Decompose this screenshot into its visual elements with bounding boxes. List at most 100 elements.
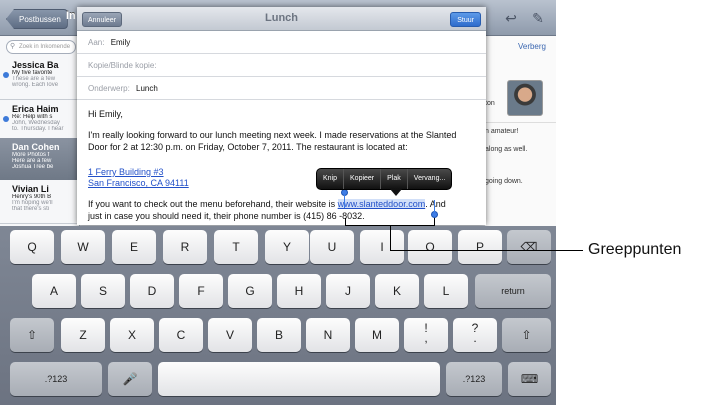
message-preview: to. Thursday. I hear [12, 126, 64, 132]
backspace-key[interactable]: ⌫ [507, 230, 551, 264]
dictation-key[interactable]: 🎤 [108, 362, 152, 396]
replace-button[interactable]: Vervang... [408, 169, 452, 189]
key-z[interactable]: Z [61, 318, 105, 352]
hide-keyboard-key[interactable]: ⌨ [508, 362, 551, 396]
reply-icon[interactable]: ↩ [503, 10, 519, 26]
key-k[interactable]: K [375, 274, 419, 308]
body-paragraph-line[interactable]: Door for 2 at 12:30 p.m. on Friday, Octo… [88, 141, 478, 153]
compose-title: Lunch [265, 12, 298, 24]
selected-website-link[interactable]: www.slanteddoor.com [337, 199, 426, 209]
search-input[interactable]: ⚲ Zoek in Inkomende [6, 40, 76, 54]
return-key[interactable]: return [475, 274, 551, 308]
on-screen-keyboard: Q W E R T Y U I O P ⌫ A S D F G H J K L … [0, 226, 556, 405]
space-bar[interactable] [158, 362, 440, 396]
key-q[interactable]: Q [10, 230, 54, 264]
numbers-key-left[interactable]: .?123 [10, 362, 102, 396]
search-icon: ⚲ [10, 43, 16, 50]
message-detail: Verberg ton n amateur! along as well. go… [485, 36, 556, 226]
compose-icon[interactable]: ✎ [530, 10, 546, 26]
key-i[interactable]: I [360, 230, 404, 264]
key-o[interactable]: O [408, 230, 452, 264]
shift-icon: ⇧ [521, 328, 532, 342]
screenshot-root: Postbussen In ↩ ✎ ⚲ Zoek in Inkomende Je… [0, 0, 704, 405]
key-m[interactable]: M [355, 318, 399, 352]
cut-button[interactable]: Knip [317, 169, 345, 189]
search-placeholder: Zoek in Inkomende [19, 44, 71, 50]
message-preview: Joshua Tree be [12, 164, 54, 170]
inbox-title: In [66, 10, 76, 22]
key-secondary-char: , [424, 331, 428, 345]
shift-key-right[interactable]: ⇧ [502, 318, 551, 352]
body-text-segment: . And [425, 199, 446, 209]
key-l[interactable]: L [424, 274, 468, 308]
body-paragraph-line[interactable]: I'm really looking forward to our lunch … [88, 129, 478, 141]
key-question[interactable]: ? . [453, 318, 497, 352]
key-h[interactable]: H [277, 274, 321, 308]
detail-name-fragment: ton [485, 100, 495, 107]
compose-sheet: Annuleer Lunch Stuur Aan: Emily Kopie/Bl… [77, 7, 486, 225]
message-preview: that there's sti [12, 206, 50, 212]
microphone-icon: 🎤 [122, 372, 138, 386]
sender-name: Dan Cohen [12, 142, 60, 152]
key-u[interactable]: U [310, 230, 354, 264]
unread-dot [3, 72, 9, 78]
key-g[interactable]: G [228, 274, 272, 308]
key-x[interactable]: X [110, 318, 154, 352]
key-secondary-char: . [473, 331, 477, 345]
key-v[interactable]: V [208, 318, 252, 352]
list-item-selected[interactable]: Dan Cohen More Photos f Here are a few J… [0, 138, 80, 182]
cc-bcc-field[interactable]: Kopie/Blinde kopie: [77, 55, 486, 77]
paste-button[interactable]: Plak [381, 169, 408, 189]
address-link[interactable]: San Francisco, CA 94111 [88, 177, 189, 189]
detail-text: along as well. [485, 146, 528, 153]
hide-button[interactable]: Verberg [518, 42, 546, 51]
detail-text: going down. [485, 178, 523, 185]
list-item[interactable]: Jessica Ba My five favorite These are a … [0, 56, 80, 100]
callout-bracket [345, 218, 435, 226]
key-e[interactable]: E [112, 230, 156, 264]
key-f[interactable]: F [179, 274, 223, 308]
compose-toolbar: Annuleer Lunch Stuur [77, 7, 486, 31]
body-paragraph-line[interactable]: If you want to check out the menu before… [88, 198, 478, 210]
send-button[interactable]: Stuur [450, 12, 481, 27]
key-d[interactable]: D [130, 274, 174, 308]
key-w[interactable]: W [61, 230, 105, 264]
key-p[interactable]: P [458, 230, 502, 264]
key-j[interactable]: J [326, 274, 370, 308]
key-s[interactable]: S [81, 274, 125, 308]
body-text-segment: If you want to check out the menu before… [88, 199, 338, 209]
key-c[interactable]: C [159, 318, 203, 352]
cc-bcc-label: Kopie/Blinde kopie: [88, 61, 157, 70]
numbers-key-right[interactable]: .?123 [446, 362, 502, 396]
body-greeting[interactable]: Hi Emily, [88, 108, 478, 120]
sender-name: Vivian Li [12, 184, 49, 194]
shift-key-left[interactable]: ⇧ [10, 318, 54, 352]
to-value: Emily [110, 38, 131, 47]
avatar [507, 80, 543, 116]
backspace-icon: ⌫ [520, 240, 538, 254]
to-field[interactable]: Aan: Emily [77, 32, 486, 54]
callout-label: Greeppunten [588, 241, 682, 258]
unread-dot [3, 116, 9, 122]
key-t[interactable]: T [214, 230, 258, 264]
divider [485, 122, 556, 123]
selection-end-stem [434, 200, 435, 213]
detail-text: n amateur! [485, 128, 519, 135]
keyboard-icon: ⌨ [520, 372, 539, 386]
mailboxes-back-button[interactable]: Postbussen [6, 9, 68, 29]
callout-line-vertical [390, 226, 391, 250]
ipad-screen: Postbussen In ↩ ✎ ⚲ Zoek in Inkomende Je… [0, 0, 556, 405]
key-b[interactable]: B [257, 318, 301, 352]
list-item[interactable]: Vivian Li Henry's 90th B I'm hoping we'l… [0, 180, 80, 224]
key-a[interactable]: A [32, 274, 76, 308]
subject-value: Lunch [136, 84, 158, 93]
key-exclamation[interactable]: ! , [404, 318, 448, 352]
edit-menu: Knip Kopieer Plak Vervang... [316, 168, 453, 190]
edit-menu-pointer [390, 189, 402, 196]
key-y[interactable]: Y [265, 230, 309, 264]
key-r[interactable]: R [163, 230, 207, 264]
key-n[interactable]: N [306, 318, 350, 352]
to-label: Aan: [88, 38, 105, 47]
copy-button[interactable]: Kopieer [344, 169, 382, 189]
subject-field[interactable]: Onderwerp: Lunch [77, 78, 486, 100]
